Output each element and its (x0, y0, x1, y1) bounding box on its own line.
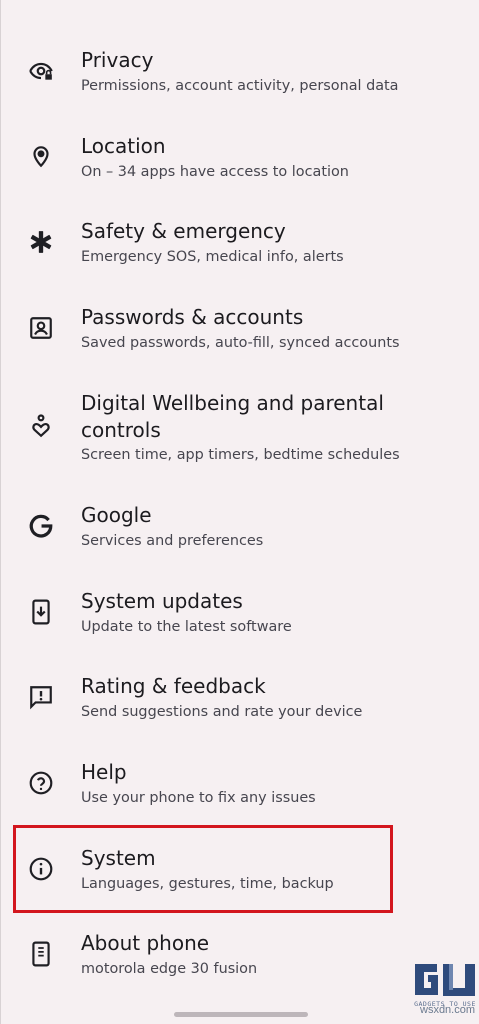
wellbeing-heart-icon (28, 413, 54, 439)
settings-item-title: Safety & emergency (81, 219, 286, 243)
watermark-text: wsxdn.com (420, 1004, 476, 1016)
highlight-box (13, 825, 393, 913)
settings-item-subtitle: On – 34 apps have access to location (81, 164, 349, 180)
location-pin-icon (28, 143, 54, 169)
settings-item-title: Passwords & accounts (81, 305, 304, 329)
settings-item-title: About phone (81, 931, 210, 955)
settings-item-subtitle: Saved passwords, auto-fill, synced accou… (81, 335, 400, 351)
phone-icon (28, 941, 54, 967)
settings-item-subtitle: Emergency SOS, medical info, alerts (81, 249, 344, 265)
help-circle-icon (28, 770, 54, 796)
settings-item-google[interactable]: Google Services and preferences (1, 495, 479, 567)
settings-item-about-phone[interactable]: About phone motorola edge 30 fusion (1, 923, 479, 995)
settings-item-help[interactable]: Help Use your phone to fix any issues (1, 752, 479, 824)
settings-item-privacy[interactable]: Privacy Permissions, account activity, p… (1, 40, 479, 112)
eye-lock-icon (28, 58, 54, 84)
settings-item-subtitle: Use your phone to fix any issues (81, 790, 316, 806)
settings-item-location[interactable]: Location On – 34 apps have access to loc… (1, 126, 479, 198)
account-box-icon (28, 315, 54, 341)
settings-item-title: Location (81, 134, 166, 158)
settings-item-title: Google (81, 503, 152, 527)
settings-item-rating-feedback[interactable]: Rating & feedback Send suggestions and r… (1, 666, 479, 738)
settings-item-subtitle: Send suggestions and rate your device (81, 704, 363, 720)
settings-item-subtitle: Update to the latest software (81, 619, 292, 635)
settings-item-title: Privacy (81, 48, 154, 72)
settings-item-title: Rating & feedback (81, 674, 266, 698)
settings-item-subtitle: Services and preferences (81, 533, 264, 549)
settings-item-system-updates[interactable]: System updates Update to the latest soft… (1, 581, 479, 653)
settings-item-subtitle: Permissions, account activity, personal … (81, 78, 399, 94)
feedback-icon (28, 684, 54, 710)
logo-mark (415, 964, 475, 996)
settings-item-passwords-accounts[interactable]: Passwords & accounts Saved passwords, au… (1, 297, 479, 369)
settings-item-title: Help (81, 760, 127, 784)
gesture-nav-handle[interactable] (174, 1012, 308, 1017)
settings-item-subtitle: motorola edge 30 fusion (81, 961, 258, 977)
settings-item-title: System updates (81, 589, 243, 613)
system-update-icon (28, 599, 54, 625)
settings-item-subtitle: Screen time, app timers, bedtime schedul… (81, 447, 400, 463)
asterisk-icon (28, 229, 54, 255)
settings-item-safety-emergency[interactable]: Safety & emergency Emergency SOS, medica… (1, 211, 479, 283)
settings-item-digital-wellbeing[interactable]: Digital Wellbeing and parental controls … (1, 382, 479, 482)
settings-item-title: Digital Wellbeing and parental controls (81, 391, 384, 442)
google-g-icon (28, 513, 54, 539)
